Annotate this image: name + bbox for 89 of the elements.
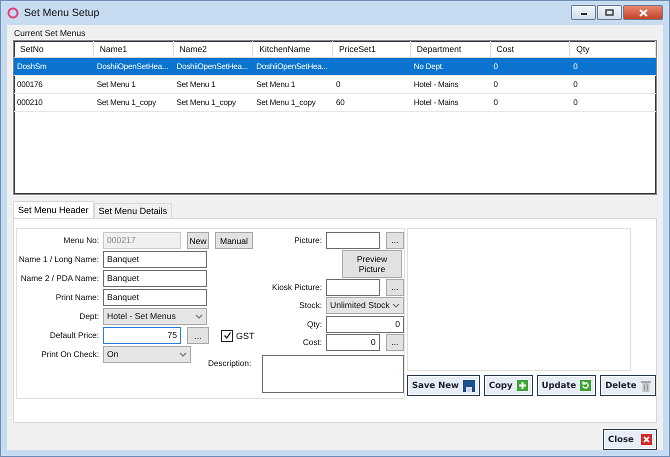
section-label: Current Set Menus <box>14 28 86 40</box>
minimize-button[interactable] <box>571 5 596 20</box>
close-icon <box>641 434 652 445</box>
input-field[interactable]: 0 <box>326 316 404 333</box>
input-field[interactable]: Banquet <box>103 289 207 306</box>
table-cell-text: No Dept. <box>412 61 445 73</box>
plus-icon <box>516 380 528 391</box>
table-cell-text: DoshSm <box>16 61 48 73</box>
table-cell-text: Set Menu 1 <box>255 79 296 91</box>
input-field[interactable] <box>326 278 380 296</box>
column-header[interactable]: PriceSet1 <box>333 41 411 57</box>
input-field[interactable]: Banquet <box>103 270 207 287</box>
field-label: Default Price: <box>48 331 99 340</box>
column-header[interactable]: Cost <box>490 41 570 57</box>
table-cell-text: 0 <box>492 97 499 109</box>
dropdown[interactable]: Hotel - Set Menus <box>103 308 207 325</box>
table-cell-text: Set Menu 1_copy <box>96 97 158 109</box>
close-button[interactable] <box>623 5 663 20</box>
field-label: Description: <box>208 358 252 368</box>
table-cell-text: 0 <box>335 79 342 91</box>
trash-icon <box>640 380 651 392</box>
browse-button[interactable]: ... <box>386 334 404 351</box>
chevron-down-icon <box>392 303 400 308</box>
table-cell-text: Set Menu 1_copy <box>176 97 237 109</box>
table-cell-text: 0 <box>492 79 499 91</box>
table-row[interactable]: DoshSm DoshiiOpenSetHea... DoshiiOpenSetHea... DoshiiOpenSetHea... No Dept. 0 0 <box>14 58 656 76</box>
close-icon <box>638 8 648 16</box>
field-label: Cost: <box>302 338 322 347</box>
field-label: Stock: <box>298 301 322 310</box>
refresh-icon <box>580 380 592 391</box>
checkbox[interactable] <box>221 330 233 342</box>
floppy-icon <box>462 380 475 392</box>
dropdown[interactable]: Unlimited Stock <box>326 297 404 314</box>
table-cell-text: Set Menu 1 <box>96 79 137 91</box>
close-dialog-button[interactable]: Close <box>603 429 657 450</box>
checkbox-label: GST <box>236 330 255 340</box>
maximize-button[interactable] <box>597 5 622 20</box>
input-field[interactable]: 75 <box>103 327 181 344</box>
table-cell-text: DoshiiOpenSetHea... <box>255 61 329 73</box>
field-label: Print On Check: <box>40 350 99 359</box>
action-button[interactable]: Copy <box>484 375 533 396</box>
column-header[interactable]: Name1 <box>94 41 174 57</box>
field-label: Menu No: <box>62 236 99 245</box>
browse-button[interactable]: ... <box>386 232 404 249</box>
maximize-icon <box>605 9 614 16</box>
input-field[interactable]: 0 <box>326 334 380 351</box>
browse-button[interactable]: ... <box>386 278 404 296</box>
table-cell-text: DoshiiOpenSetHea... <box>96 61 170 73</box>
field-label: Print Name: <box>54 293 99 302</box>
description-field[interactable] <box>262 354 404 393</box>
tab[interactable]: Set Menu Details <box>94 203 172 218</box>
table-cell-text: DoshiiOpenSetHea... <box>176 61 249 73</box>
action-button[interactable]: Save New <box>407 375 480 396</box>
table-row[interactable]: 000176 Set Menu 1 Set Menu 1 Set Menu 1 0 Hotel - Mains 0 0 <box>14 76 656 94</box>
table-cell-text: 000176 <box>16 79 44 91</box>
field-label: Name 1 / Long Name: <box>18 255 99 264</box>
field-label: Picture: <box>293 236 322 245</box>
table-cell-text: 60 <box>335 97 346 109</box>
table-cell-text: 0 <box>572 61 579 73</box>
column-header[interactable]: SetNo <box>14 41 94 57</box>
chevron-down-icon <box>179 352 187 357</box>
table-cell-text: Set Menu 1_copy <box>255 97 317 109</box>
input-field[interactable]: Banquet <box>103 251 207 268</box>
column-header[interactable]: Name2 <box>174 41 254 57</box>
action-button[interactable]: Update <box>536 375 596 396</box>
field-label: Kiosk Picture: <box>270 282 322 292</box>
field-label: Qty: <box>306 320 322 329</box>
chevron-down-icon <box>195 314 203 319</box>
button[interactable]: ... <box>187 327 209 344</box>
field-label: Dept: <box>78 312 99 321</box>
table-cell-text: Hotel - Mains <box>412 97 460 109</box>
input-field[interactable] <box>326 232 380 249</box>
table-cell-text: Hotel - Mains <box>412 79 460 91</box>
ring-icon <box>7 7 19 19</box>
column-header[interactable]: Department <box>410 41 491 57</box>
action-button[interactable]: Delete <box>600 375 656 396</box>
preview-picture-button[interactable]: Preview Picture <box>342 250 402 278</box>
table-cell-text: 0 <box>572 97 579 109</box>
dropdown[interactable]: On <box>103 346 191 363</box>
column-header[interactable]: Qty <box>570 41 656 57</box>
table-cell-text: 0 <box>572 79 579 91</box>
column-header[interactable]: KitchenName <box>253 41 333 57</box>
tab[interactable]: Set Menu Header <box>13 201 94 218</box>
window-title: Set Menu Setup <box>24 7 100 19</box>
field-label: Name 2 / PDA Name: <box>20 274 99 283</box>
table-row[interactable]: 000210 Set Menu 1_copy Set Menu 1_copy Set Menu 1_copy 60 Hotel - Mains 0 0 <box>14 94 656 112</box>
table-cell-text: 0 <box>492 61 499 73</box>
table-cell-text: Set Menu 1 <box>176 79 216 91</box>
table-cell-text: 000210 <box>16 97 44 109</box>
